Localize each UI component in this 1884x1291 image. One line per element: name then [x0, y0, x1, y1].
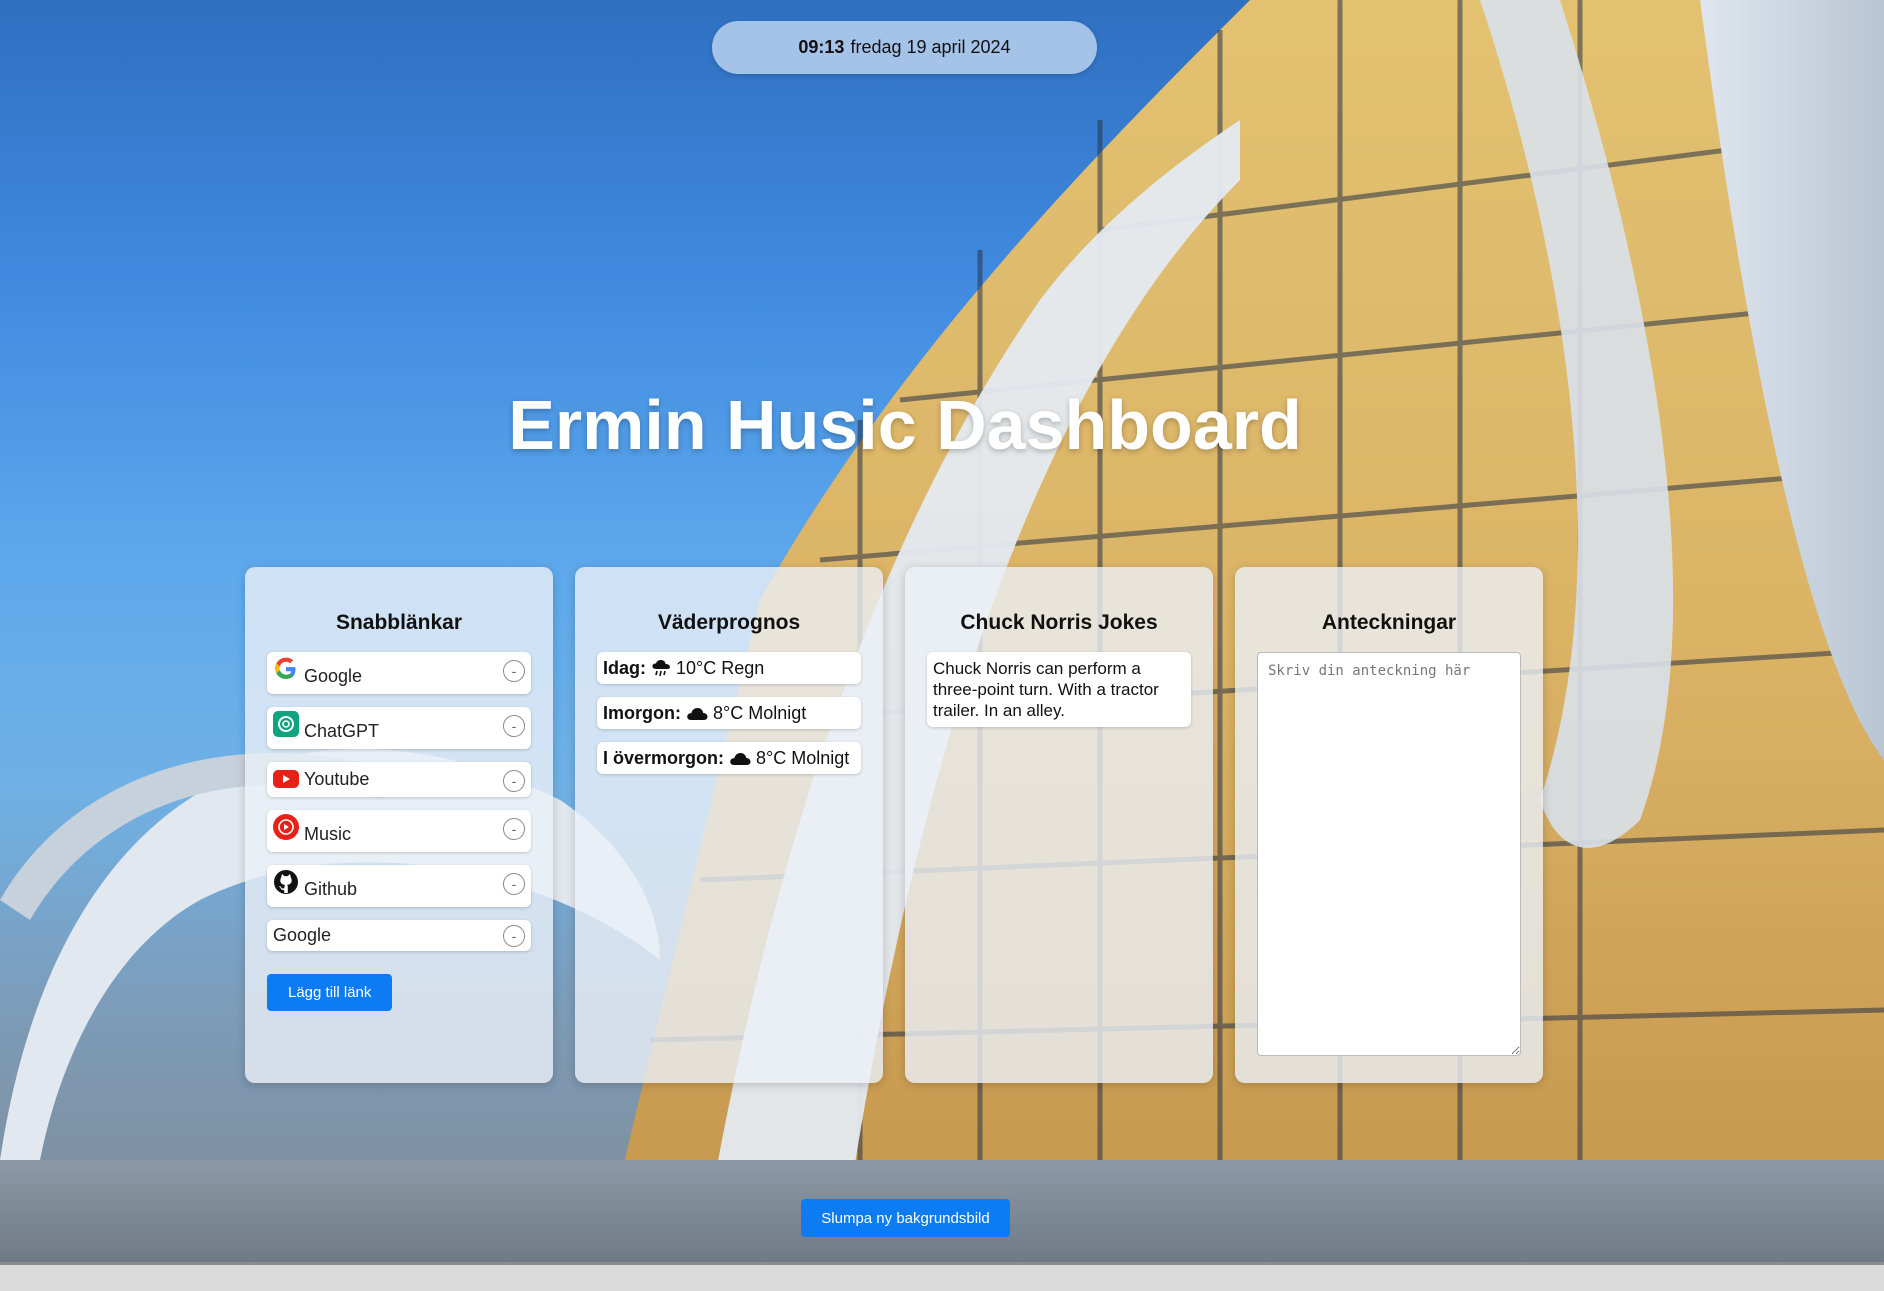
link-label: ChatGPT	[304, 721, 380, 741]
weather-day: Imorgon:	[603, 702, 681, 723]
notes-textarea[interactable]	[1257, 652, 1521, 1056]
link-label: Google	[273, 925, 332, 945]
link-label: Youtube	[304, 769, 370, 789]
link-item-github[interactable]: Github -	[267, 865, 531, 907]
clock-date: fredag 19 april 2024	[850, 37, 1011, 57]
jokes-card: Chuck Norris Jokes Chuck Norris can perf…	[905, 567, 1213, 1083]
quick-links-card: Snabblänkar Google - ChatGPT - Youtube -…	[245, 567, 553, 1083]
weather-desc: Molnigt	[748, 702, 807, 723]
link-item-chatgpt[interactable]: ChatGPT -	[267, 707, 531, 749]
date-time-display: 09:13 fredag 19 april 2024	[712, 21, 1097, 74]
dashboard-title[interactable]: Ermin Husic Dashboard	[0, 385, 1810, 465]
weather-card: Väderprognos Idag: 10°C Regn Imorgon: 8°…	[575, 567, 883, 1083]
link-label: Google	[304, 666, 363, 686]
youtube-icon	[273, 766, 299, 792]
add-link-button[interactable]: Lägg till länk	[267, 974, 393, 1011]
remove-link-button[interactable]: -	[503, 873, 525, 895]
remove-link-button[interactable]: -	[503, 925, 525, 947]
weather-row-tomorrow: Imorgon: 8°C Molnigt	[597, 697, 861, 729]
weather-desc: Regn	[721, 657, 765, 678]
weather-row-today: Idag: 10°C Regn	[597, 652, 861, 684]
cloud-icon	[729, 751, 751, 766]
notes-heading: Anteckningar	[1321, 611, 1457, 634]
weather-day: I övermorgon:	[603, 747, 725, 768]
link-label: Github	[304, 879, 358, 899]
jokes-heading: Chuck Norris Jokes	[960, 611, 1158, 634]
weather-heading: Väderprognos	[657, 611, 801, 634]
chatgpt-icon	[273, 711, 299, 737]
link-label: Music	[304, 824, 352, 844]
youtube-music-icon	[273, 814, 299, 840]
remove-link-button[interactable]: -	[503, 715, 525, 737]
joke-text: Chuck Norris can perform a three-point t…	[927, 652, 1191, 727]
cloud-rain-icon	[651, 659, 671, 677]
bottom-strip	[0, 1262, 1884, 1291]
remove-link-button[interactable]: -	[503, 770, 525, 792]
link-item-google-2[interactable]: Google -	[267, 920, 531, 951]
github-icon	[273, 869, 299, 895]
remove-link-button[interactable]: -	[503, 818, 525, 840]
weather-temp: 10°C	[676, 657, 717, 678]
link-item-youtube[interactable]: Youtube -	[267, 762, 531, 797]
link-item-google[interactable]: Google -	[267, 652, 531, 694]
notes-card: Anteckningar	[1235, 567, 1543, 1083]
google-icon	[273, 656, 299, 682]
cloud-icon	[686, 706, 708, 721]
weather-desc: Molnigt	[791, 747, 850, 768]
quick-links-heading: Snabblänkar	[335, 611, 463, 634]
shuffle-background-button[interactable]: Slumpa ny bakgrundsbild	[801, 1199, 1010, 1237]
weather-row-day-after: I övermorgon: 8°C Molnigt	[597, 742, 861, 774]
link-item-music[interactable]: Music -	[267, 810, 531, 852]
weather-day: Idag:	[603, 657, 646, 678]
weather-temp: 8°C	[756, 747, 787, 768]
remove-link-button[interactable]: -	[503, 660, 525, 682]
clock-time: 09:13	[798, 37, 845, 57]
weather-temp: 8°C	[713, 702, 744, 723]
